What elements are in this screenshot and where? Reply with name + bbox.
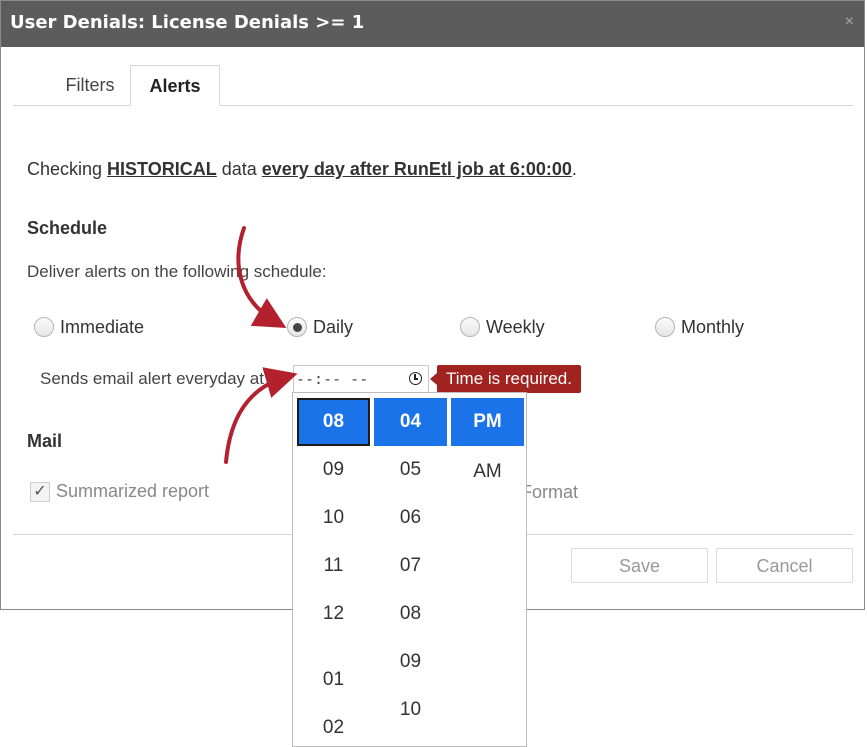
dialog-titlebar: User Denials: License Denials >= 1 × <box>1 1 864 47</box>
time-input[interactable]: --:-- -- <box>293 365 429 393</box>
radio-immediate[interactable]: Immediate <box>34 315 144 339</box>
clock-icon[interactable] <box>409 372 422 385</box>
tab-bar: Filters Alerts <box>13 65 853 106</box>
mail-heading: Mail <box>27 431 63 451</box>
minute-option[interactable]: 08 <box>374 590 447 638</box>
time-picker-dropdown[interactable]: 08 09 10 11 12 01 02 04 05 06 07 08 09 1… <box>292 392 527 747</box>
hour-option[interactable]: 01 <box>297 656 370 704</box>
hour-option[interactable]: 11 <box>297 542 370 590</box>
radio-label: Daily <box>313 316 354 337</box>
minute-option-selected[interactable]: 04 <box>374 398 447 446</box>
summary-middle: data <box>216 159 262 179</box>
cancel-button[interactable]: Cancel <box>716 548 853 583</box>
time-required-error: Time is required. <box>430 365 581 393</box>
save-button[interactable]: Save <box>571 548 708 583</box>
radio-label: Monthly <box>681 316 745 337</box>
schedule-when-link[interactable]: every day after RunEtl job at 6:00:00 <box>262 159 572 179</box>
schedule-description: Deliver alerts on the following schedule… <box>27 262 327 281</box>
radio-circle-checked[interactable] <box>287 317 307 337</box>
radio-label: Immediate <box>60 316 145 337</box>
data-type-link[interactable]: HISTORICAL <box>107 159 217 179</box>
radio-circle[interactable] <box>655 317 675 337</box>
radio-circle[interactable] <box>460 317 480 337</box>
hour-option[interactable]: 10 <box>297 494 370 542</box>
checkbox-label: Summarized report <box>56 481 210 501</box>
check-icon[interactable]: ✓ <box>30 481 50 502</box>
tab-filters[interactable]: Filters <box>47 65 133 105</box>
radio-weekly[interactable]: Weekly <box>460 315 545 339</box>
minute-option[interactable]: 06 <box>374 494 447 542</box>
radio-circle[interactable] <box>34 317 54 337</box>
hour-option[interactable]: 02 <box>297 704 370 746</box>
hour-option-selected[interactable]: 08 <box>297 398 370 446</box>
tab-alerts[interactable]: Alerts <box>130 65 220 106</box>
time-value: --:-- -- <box>296 370 369 388</box>
sends-label: Sends email alert everyday at <box>40 369 264 388</box>
radio-daily[interactable]: Daily <box>287 315 353 339</box>
minute-option[interactable]: 05 <box>374 446 447 494</box>
minute-option[interactable]: 07 <box>374 542 447 590</box>
summary-suffix: . <box>571 159 577 179</box>
hour-option[interactable]: 12 <box>297 590 370 638</box>
summarized-report-checkbox[interactable]: ✓ Summarized report <box>30 481 209 502</box>
format-label: Format <box>521 482 579 502</box>
dialog-title: User Denials: License Denials >= 1 <box>10 12 365 33</box>
schedule-heading: Schedule <box>27 218 108 238</box>
meridiem-option[interactable]: AM <box>451 448 524 496</box>
minute-option[interactable]: 09 <box>374 638 447 686</box>
close-icon[interactable]: × <box>845 13 854 31</box>
radio-monthly[interactable]: Monthly <box>655 315 744 339</box>
hour-option[interactable]: 09 <box>297 446 370 494</box>
minute-option[interactable]: 10 <box>374 686 447 734</box>
radio-label: Weekly <box>486 316 545 337</box>
summary-prefix: Checking <box>27 159 108 179</box>
alert-summary: Checking HISTORICAL data every day after… <box>27 159 577 180</box>
meridiem-option-selected[interactable]: PM <box>451 398 524 446</box>
